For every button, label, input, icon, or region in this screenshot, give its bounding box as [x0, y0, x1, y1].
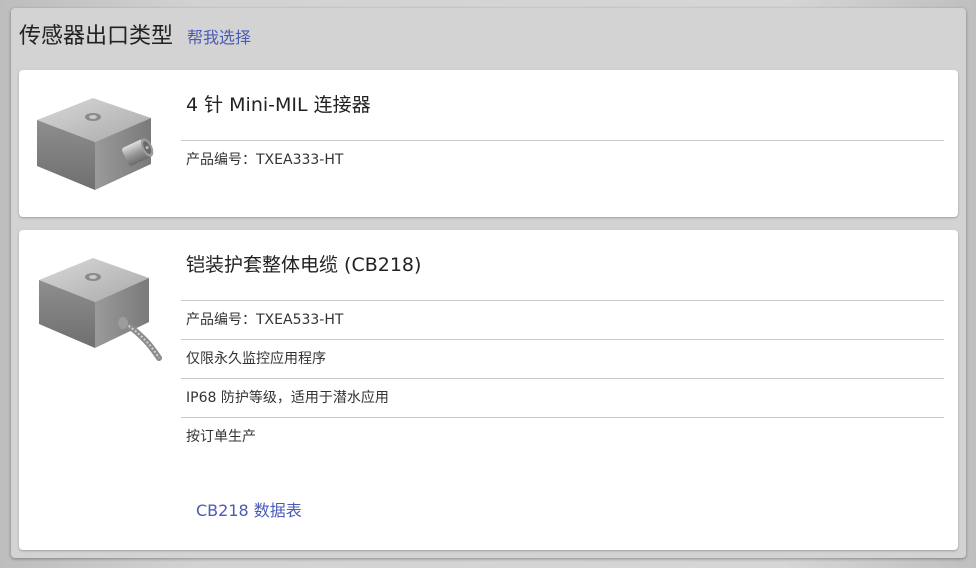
- product-detail-part-number: 产品编号：TXEA533-HT: [181, 300, 944, 339]
- product-detail-part-number: 产品编号：TXEA333-HT: [181, 140, 944, 179]
- product-detail-permanent-monitoring: 仅限永久监控应用程序: [181, 339, 944, 378]
- product-title: 铠装护套整体电缆 (CB218): [186, 254, 422, 276]
- cb218-datasheet-link[interactable]: CB218 数据表: [196, 497, 302, 521]
- product-card-armored-cable[interactable]: 铠装护套整体电缆 (CB218) 产品编号：TXEA533-HT 仅限永久监控应…: [19, 230, 958, 550]
- product-title: 4 针 Mini-MIL 连接器: [186, 94, 371, 116]
- panel-header: 传感器出口类型 帮我选择: [19, 18, 251, 58]
- product-info: 铠装护套整体电缆 (CB218) 产品编号：TXEA533-HT 仅限永久监控应…: [181, 250, 944, 456]
- panel-title: 传感器出口类型: [19, 24, 174, 49]
- product-detail-made-to-order: 按订单生产: [181, 417, 944, 456]
- sensor-outlet-panel: 传感器出口类型 帮我选择 4 针 Mini-MIL 连接器 产品编号：TXEA3…: [11, 8, 966, 558]
- product-details: 产品编号：TXEA533-HT 仅限永久监控应用程序 IP68 防护等级，适用于…: [181, 300, 944, 456]
- product-card-connector[interactable]: 4 针 Mini-MIL 连接器 产品编号：TXEA333-HT: [19, 70, 958, 217]
- help-me-choose-link[interactable]: 帮我选择: [187, 24, 251, 48]
- product-info: 4 针 Mini-MIL 连接器 产品编号：TXEA333-HT: [181, 90, 944, 179]
- product-details: 产品编号：TXEA333-HT: [181, 140, 944, 179]
- armored-cable-sensor-image: [39, 258, 162, 361]
- connector-sensor-image: [37, 98, 154, 190]
- product-detail-ip68-rating: IP68 防护等级，适用于潜水应用: [181, 378, 944, 417]
